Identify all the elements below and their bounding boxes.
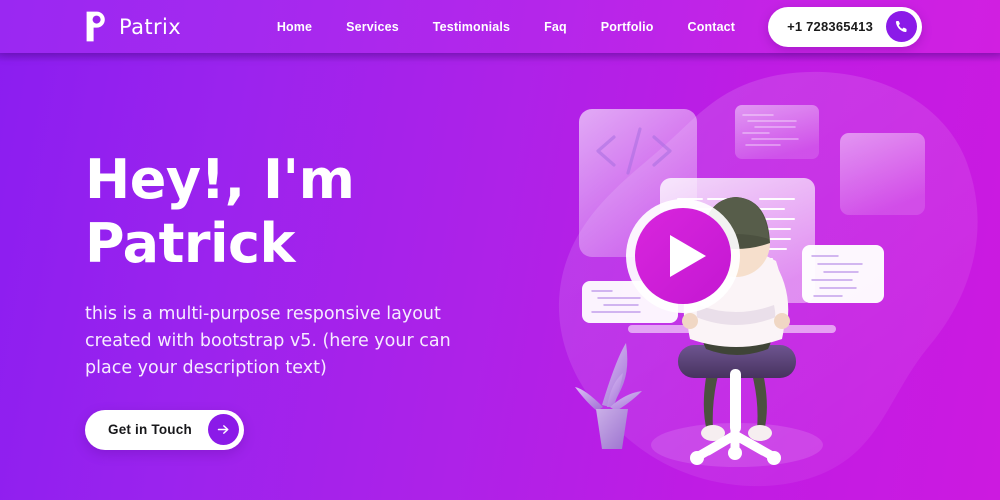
nav-item-testimonials[interactable]: Testimonials [416,14,527,40]
nav-item-faq[interactable]: Faq [527,14,584,40]
phone-icon [895,21,907,33]
nav-item-home[interactable]: Home [260,14,329,40]
main-navigation: Home Services Testimonials Faq Portfolio… [260,6,1000,47]
developer-at-desk-illustration [530,53,1000,500]
get-in-touch-button[interactable]: Get in Touch [85,409,244,450]
code-panel-right [840,133,925,215]
arrow-right-icon [217,425,229,435]
phone-number: +1 728365413 [787,19,873,34]
phone-call-button[interactable]: +1 728365413 [768,6,922,47]
brand-logo[interactable]: Patrix [85,11,181,42]
patrix-p-logo-icon [85,11,110,42]
landing-page: Patrix Home Services Testimonials Faq Po… [0,0,1000,500]
code-snippet-panel-top [735,105,819,159]
nav-item-contact[interactable]: Contact [671,14,753,40]
play-button [626,199,740,313]
nav-item-portfolio[interactable]: Portfolio [584,14,671,40]
code-card-right [802,245,884,303]
brand-name: Patrix [119,14,182,39]
cta-arrow-circle [207,414,239,446]
cta-label: Get in Touch [108,422,192,438]
page-title: Hey!, I'm Patrick [85,148,355,275]
hero-description: this is a multi-purpose responsive layou… [85,304,451,378]
site-header: Patrix Home Services Testimonials Faq Po… [0,0,1000,62]
hero-content: Hey!, I'm Patrick this is a multi-purpos… [85,148,525,450]
phone-icon-button[interactable] [886,11,917,42]
nav-item-services[interactable]: Services [329,14,416,40]
